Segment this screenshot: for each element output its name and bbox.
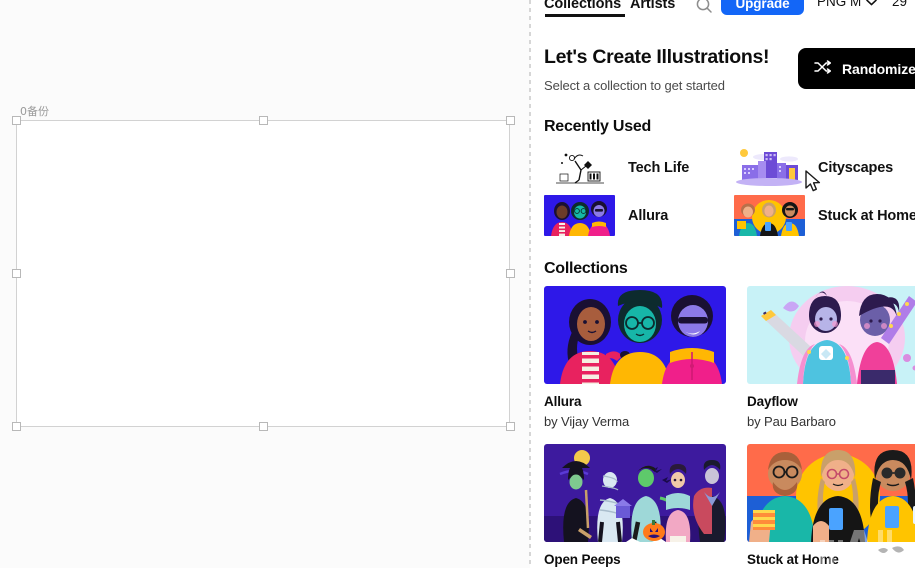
recently-used-grid: Tech Life Cityscapes Allura Stuck at Hom… bbox=[544, 142, 915, 242]
collection-title: Stuck at Home bbox=[747, 552, 839, 567]
collection-title: Dayflow bbox=[747, 394, 798, 409]
randomize-button[interactable]: Randomize bbox=[798, 48, 915, 89]
collection-card-dayflow[interactable]: Dayflow by Pau Barbaro bbox=[747, 286, 915, 429]
upgrade-button[interactable]: Upgrade bbox=[721, 0, 804, 15]
collection-card-allura[interactable]: Allura by Vijay Verma bbox=[544, 286, 726, 429]
search-icon[interactable] bbox=[693, 0, 715, 16]
shuffle-icon bbox=[814, 60, 832, 77]
collection-title: Open Peeps bbox=[544, 552, 621, 567]
illustrations-plugin-panel: Collections Artists Upgrade PNG M 29 Let… bbox=[531, 0, 915, 568]
collection-author: by Pau Barbaro bbox=[747, 414, 836, 429]
recent-item-tech-life[interactable]: Tech Life bbox=[544, 147, 689, 188]
collection-card-open-peeps[interactable]: Open Peeps bbox=[544, 444, 726, 568]
recent-item-label: Allura bbox=[628, 207, 669, 224]
tab-artists[interactable]: Artists bbox=[630, 0, 675, 12]
resize-handle-bottom-left[interactable] bbox=[12, 422, 21, 431]
collection-card-stuck-at-home[interactable]: Stuck at Home bbox=[747, 444, 915, 568]
collection-author: by Vijay Verma bbox=[544, 414, 630, 429]
recent-item-label: Stuck at Home bbox=[818, 207, 915, 224]
page-subtitle: Select a collection to get started bbox=[544, 78, 725, 93]
recent-item-label: Tech Life bbox=[628, 159, 690, 176]
artboard-label: 0备份 bbox=[20, 105, 49, 118]
resize-handle-bottom-center[interactable] bbox=[259, 422, 268, 431]
artboard-selection-frame[interactable] bbox=[16, 120, 510, 427]
section-heading-collections: Collections bbox=[544, 260, 628, 277]
export-format-select[interactable]: PNG M bbox=[817, 0, 878, 9]
thumbnail-dayflow-large bbox=[747, 286, 915, 384]
resize-handle-bottom-right[interactable] bbox=[506, 422, 515, 431]
chevron-down-icon bbox=[866, 0, 878, 9]
collection-title: Allura bbox=[544, 394, 582, 409]
thumbnail-stuck-at-home bbox=[734, 195, 805, 236]
tab-active-indicator bbox=[545, 14, 625, 17]
recent-item-label: Cityscapes bbox=[818, 159, 894, 176]
thumbnail-open-peeps-large bbox=[544, 444, 726, 542]
section-heading-recently-used: Recently Used bbox=[544, 118, 652, 135]
resize-handle-middle-right[interactable] bbox=[506, 269, 515, 278]
resize-handle-top-right[interactable] bbox=[506, 116, 515, 125]
thumbnail-allura-large bbox=[544, 286, 726, 384]
credits-count: 29 bbox=[892, 0, 908, 9]
resize-handle-top-left[interactable] bbox=[12, 116, 21, 125]
tab-collections[interactable]: Collections bbox=[544, 0, 621, 12]
resize-handle-middle-left[interactable] bbox=[12, 269, 21, 278]
page-title: Let's Create Illustrations! bbox=[544, 46, 770, 68]
design-canvas[interactable]: 0备份 bbox=[0, 0, 530, 568]
thumbnail-stuck-at-home-large bbox=[747, 444, 915, 542]
resize-handle-top-center[interactable] bbox=[259, 116, 268, 125]
export-format-value: PNG M bbox=[817, 0, 862, 9]
recent-item-stuck-at-home[interactable]: Stuck at Home bbox=[734, 195, 915, 236]
recent-item-cityscapes[interactable]: Cityscapes bbox=[734, 147, 893, 188]
randomize-label: Randomize bbox=[842, 60, 915, 77]
thumbnail-allura bbox=[544, 195, 615, 236]
recent-item-allura[interactable]: Allura bbox=[544, 195, 668, 236]
thumbnail-tech-life bbox=[544, 147, 615, 188]
panel-tabbar: Collections Artists Upgrade PNG M 29 bbox=[531, 0, 915, 19]
thumbnail-cityscapes bbox=[734, 147, 805, 188]
